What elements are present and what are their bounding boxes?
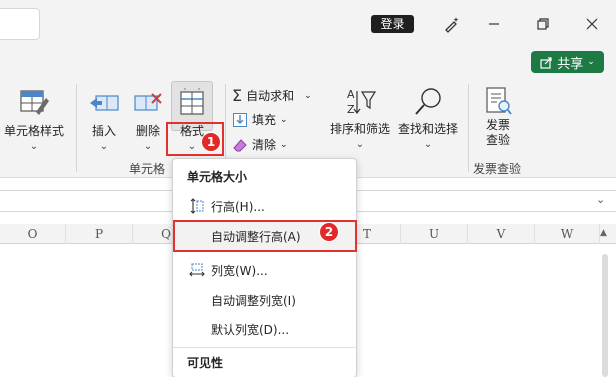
sigma-icon: Σ bbox=[232, 86, 243, 105]
chevron-down-icon[interactable]: ⌄ bbox=[596, 193, 605, 206]
menu-item-column-width[interactable]: 列宽(W)... bbox=[173, 255, 356, 285]
delete-button[interactable]: 删除 ⌄ bbox=[130, 88, 166, 152]
format-dropdown-menu: 单元格大小 行高(H)... 自动调整行高(A) 2 列宽(W)... 自动调整… bbox=[172, 158, 357, 377]
menu-item-autofit-column-width[interactable]: 自动调整列宽(I) bbox=[173, 285, 356, 315]
close-icon[interactable] bbox=[580, 12, 604, 36]
fill-label: 填充 bbox=[252, 113, 277, 127]
clear-button[interactable]: 清除 ⌄ bbox=[232, 136, 288, 153]
column-header[interactable]: P bbox=[66, 224, 133, 244]
invoice-search-icon bbox=[486, 87, 512, 115]
vertical-scrollbar[interactable] bbox=[602, 254, 608, 377]
chevron-down-icon: ⌄ bbox=[304, 90, 312, 101]
step1-badge: 1 bbox=[201, 132, 221, 152]
share-bar: 共享 ⌄ bbox=[0, 48, 616, 78]
title-bar: 登录 bbox=[0, 0, 616, 48]
row-height-icon bbox=[185, 198, 209, 214]
step2-badge: 2 bbox=[319, 222, 339, 242]
pen-sparkle-icon[interactable] bbox=[440, 12, 464, 36]
login-button[interactable]: 登录 bbox=[371, 15, 414, 33]
invoice-label-line1: 发票 bbox=[485, 118, 510, 132]
autofit-column-width-label: 自动调整列宽(I) bbox=[211, 293, 296, 308]
group-label-invoice-check: 发票查验 bbox=[473, 162, 522, 176]
menu-section-cell-size: 单元格大小 bbox=[187, 170, 248, 184]
autosum-label: 自动求和 bbox=[246, 89, 295, 103]
sort-filter-label: 排序和筛选 bbox=[329, 122, 390, 136]
menu-item-default-width[interactable]: 默认列宽(D)... bbox=[173, 314, 356, 344]
delete-cells-icon bbox=[134, 93, 162, 111]
find-select-label: 查找和选择 bbox=[397, 122, 458, 136]
share-icon bbox=[540, 56, 552, 69]
fill-button[interactable]: 填充 ⌄ bbox=[232, 111, 288, 128]
insert-button[interactable]: 插入 ⌄ bbox=[86, 88, 122, 152]
column-header[interactable]: V bbox=[468, 224, 535, 244]
invoice-check-button[interactable]: 发票 查验 bbox=[476, 86, 520, 148]
magnifier-icon bbox=[415, 88, 441, 115]
menu-section-visibility: 可见性 bbox=[187, 356, 224, 370]
chevron-down-icon: ⌄ bbox=[355, 139, 365, 150]
find-select-button[interactable]: 查找和选择 ⌄ bbox=[396, 86, 460, 150]
column-header[interactable]: O bbox=[0, 224, 66, 244]
chevron-down-icon: ⌄ bbox=[29, 141, 39, 152]
column-width-label: 列宽(W)... bbox=[211, 263, 268, 278]
cell-style-button[interactable]: 单元格样式 ⌄ bbox=[2, 88, 66, 152]
share-label: 共享 bbox=[557, 56, 584, 72]
eraser-icon bbox=[233, 138, 247, 151]
cell-style-label: 单元格样式 bbox=[3, 124, 64, 138]
chevron-down-icon: ⌄ bbox=[280, 114, 288, 125]
group-separator bbox=[468, 84, 469, 172]
invoice-label-line2: 查验 bbox=[485, 133, 510, 147]
group-label-cells: 单元格 bbox=[129, 162, 166, 176]
sort-filter-button[interactable]: A Z 排序和筛选 ⌄ bbox=[328, 86, 392, 150]
minimize-icon[interactable] bbox=[482, 12, 506, 36]
cell-style-icon bbox=[20, 90, 49, 115]
search-box[interactable] bbox=[0, 8, 40, 40]
share-button[interactable]: 共享 ⌄ bbox=[531, 51, 604, 73]
insert-cells-icon bbox=[90, 95, 119, 111]
scroll-up-icon[interactable]: ▲ bbox=[600, 228, 607, 238]
chevron-down-icon: ⌄ bbox=[423, 139, 433, 150]
svg-text:A: A bbox=[347, 88, 355, 101]
delete-label: 删除 bbox=[135, 124, 160, 138]
row-height-label: 行高(H)... bbox=[211, 199, 265, 214]
chevron-down-icon: ⌄ bbox=[143, 141, 153, 152]
column-header[interactable]: U bbox=[401, 224, 468, 244]
menu-separator bbox=[173, 347, 356, 348]
clear-label: 清除 bbox=[252, 138, 277, 152]
restore-icon[interactable] bbox=[531, 12, 555, 36]
fill-down-icon bbox=[233, 112, 247, 127]
default-width-label: 默认列宽(D)... bbox=[211, 322, 290, 337]
chevron-down-icon: ⌄ bbox=[587, 57, 595, 67]
menu-item-row-height[interactable]: 行高(H)... bbox=[173, 191, 356, 221]
column-width-icon bbox=[185, 262, 209, 278]
chevron-down-icon: ⌄ bbox=[280, 139, 288, 150]
sort-filter-icon: A Z bbox=[347, 88, 377, 116]
insert-label: 插入 bbox=[91, 124, 116, 138]
column-header[interactable]: W bbox=[535, 224, 600, 244]
autosum-button[interactable]: Σ 自动求和 ⌄ bbox=[232, 86, 312, 105]
group-separator bbox=[76, 84, 77, 172]
format-cells-icon bbox=[180, 88, 204, 115]
chevron-down-icon: ⌄ bbox=[99, 141, 109, 152]
